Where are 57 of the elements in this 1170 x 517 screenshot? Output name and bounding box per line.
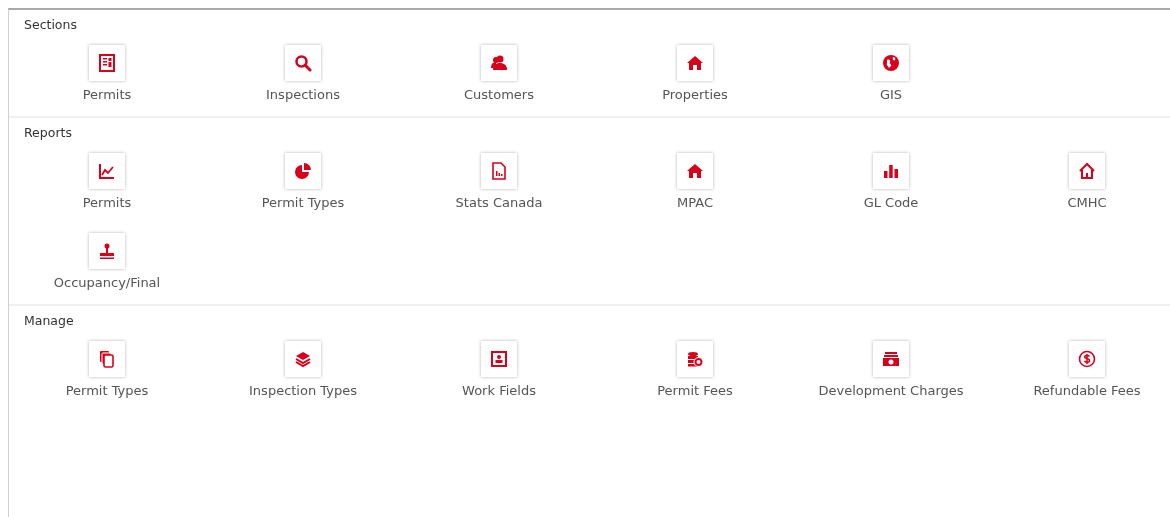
stamp-icon [98,241,116,260]
globe-icon [882,53,900,72]
section-heading: Sections [23,16,78,34]
tile-button[interactable] [285,340,321,377]
tile-button[interactable] [873,153,909,189]
id-card-icon [490,349,508,368]
tile-link[interactable]: Customers [464,84,534,105]
tile-link[interactable]: Inspection Types [249,380,357,401]
tile-link[interactable]: Permit Fees [657,380,733,401]
copies-icon [98,349,116,368]
section-heading: Manage [23,312,75,330]
search-icon [294,53,312,72]
tile-button[interactable] [285,44,321,81]
tile-button[interactable] [677,153,713,189]
tile-button[interactable] [677,44,713,81]
tile-link[interactable]: MPAC [677,193,713,213]
tile-link[interactable]: Permit Types [65,380,149,401]
users-icon [490,53,508,72]
tile-link[interactable]: Inspections [266,84,340,105]
tile-link[interactable]: Permits [82,193,132,213]
tile-button[interactable] [873,340,909,377]
tile-link[interactable]: GL Code [863,193,919,213]
tile-button[interactable] [873,44,909,81]
tile-link[interactable]: Development Charges [818,380,964,401]
coins-icon [686,349,704,368]
tile-button[interactable] [677,340,713,377]
section-heading: Reports [23,124,73,143]
tile-button[interactable] [89,232,125,269]
document-icon [98,53,116,72]
tile-button[interactable] [1069,153,1105,189]
tile-button[interactable] [481,44,517,81]
tile-link[interactable]: Permit Types [261,193,345,213]
dollar-icon [1078,349,1096,368]
home-icon [686,162,704,180]
layers-icon [294,349,312,368]
tile-link[interactable]: GIS [879,84,903,105]
tile-button[interactable] [1069,340,1105,377]
tile-button[interactable] [285,153,321,189]
tile-link[interactable]: CMHC [1067,193,1107,213]
tile-button[interactable] [89,44,125,81]
tile-link[interactable]: Permits [82,84,132,105]
home-outline-icon [1078,162,1096,180]
tile-link[interactable]: Work Fields [462,380,536,401]
tile-link[interactable]: Stats Canada [455,193,543,213]
banknote-icon [882,349,900,368]
pie-chart-icon [294,162,312,180]
bar-chart-icon [882,162,900,180]
tile-link[interactable]: Properties [662,84,728,105]
tile-button[interactable] [89,153,125,189]
tile-button[interactable] [481,153,517,189]
tile-button[interactable] [481,340,517,377]
file-chart-icon [490,162,508,180]
tile-link[interactable]: Refundable Fees [1033,380,1141,401]
line-chart-icon [98,162,116,180]
tile-link[interactable]: Occupancy/Final [53,272,161,292]
home-icon [686,53,704,72]
tile-button[interactable] [89,340,125,377]
